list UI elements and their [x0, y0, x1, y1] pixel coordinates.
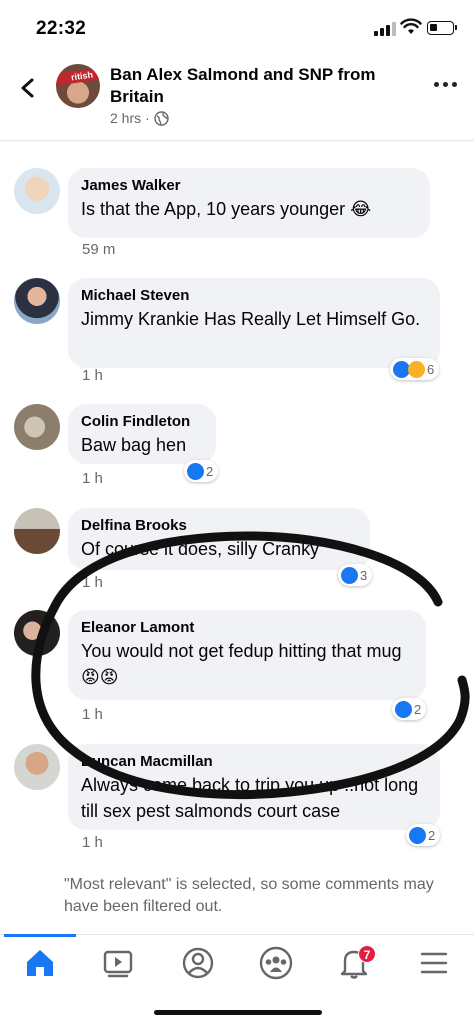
comment-time[interactable]: 1 h	[82, 834, 103, 851]
comment-bubble[interactable]: Eleanor Lamont You would not get fedup h…	[68, 610, 426, 700]
post-meta: 2 hrs ·	[110, 110, 169, 126]
reaction-count: 6	[427, 361, 435, 377]
like-icon	[341, 566, 358, 584]
commenter-name[interactable]: James Walker	[81, 176, 417, 196]
comment-bubble[interactable]: Delfina Brooks Of course it does, silly …	[68, 508, 370, 570]
filter-note: "Most relevant" is selected, so some com…	[64, 876, 434, 915]
comment-bubble[interactable]: Michael Steven Jimmy Krankie Has Really …	[68, 278, 440, 368]
home-indicator[interactable]	[154, 1010, 322, 1015]
globe-icon	[154, 110, 169, 126]
profile-icon[interactable]	[178, 943, 218, 983]
battery-icon	[427, 21, 457, 35]
reaction-summary[interactable]: 6	[390, 358, 440, 380]
avatar[interactable]	[14, 744, 60, 790]
post-time: 2 hrs	[110, 110, 142, 126]
header-divider	[0, 140, 474, 141]
status-time: 22:32	[36, 18, 87, 39]
comment-time[interactable]: 1 h	[82, 706, 103, 723]
avatar[interactable]	[14, 278, 60, 324]
post-header: ritish Ban Alex Salmond and SNP from Bri…	[0, 56, 474, 140]
avatar[interactable]	[14, 168, 60, 214]
comment-time[interactable]: 1 h	[82, 574, 103, 591]
wifi-icon	[400, 18, 422, 34]
comment-text: Is that the App, 10 years younger 😂	[81, 199, 372, 219]
avatar[interactable]	[14, 508, 60, 554]
reaction-count: 3	[360, 567, 368, 583]
status-bar: 22:32	[0, 0, 474, 56]
comment-text: You would not get fedup hitting that mug…	[81, 641, 402, 687]
reaction-summary[interactable]: 2	[406, 824, 441, 846]
like-icon	[395, 700, 412, 718]
notifications-tab[interactable]: 7	[334, 943, 376, 983]
commenter-name[interactable]: Eleanor Lamont	[81, 618, 413, 638]
avatar[interactable]	[14, 404, 60, 450]
back-arrow-icon[interactable]	[14, 74, 42, 102]
comment-text: Jimmy Krankie Has Really Let Himself Go.	[81, 309, 421, 329]
reaction-summary[interactable]: 2	[392, 698, 427, 720]
like-icon	[187, 462, 204, 480]
comment-bubble[interactable]: Colin Findleton Baw bag hen	[68, 404, 216, 464]
group-title[interactable]: Ban Alex Salmond and SNP from Britain	[110, 64, 410, 108]
group-avatar-text: ritish	[56, 65, 100, 87]
commenter-name[interactable]: Duncan Macmillan	[81, 752, 427, 772]
notification-badge: 7	[358, 945, 376, 963]
reaction-count: 2	[428, 827, 436, 843]
comment-bubble[interactable]: James Walker Is that the App, 10 years y…	[68, 168, 430, 238]
watch-icon[interactable]	[98, 943, 138, 983]
commenter-name[interactable]: Michael Steven	[81, 286, 427, 306]
reaction-summary[interactable]: 3	[338, 564, 373, 586]
meta-separator: ·	[145, 110, 150, 126]
haha-icon	[408, 360, 425, 378]
active-tab-indicator	[4, 934, 76, 937]
comment-text: Always come back to trip you up ..not lo…	[81, 775, 419, 821]
comment-time[interactable]: 59 m	[82, 241, 115, 258]
comment-time[interactable]: 1 h	[82, 470, 103, 487]
comment-bubble[interactable]: Duncan Macmillan Always come back to tri…	[68, 744, 440, 830]
commenter-name[interactable]: Colin Findleton	[81, 412, 203, 432]
comment-time[interactable]: 1 h	[82, 367, 103, 384]
reaction-count: 2	[414, 701, 422, 717]
like-icon	[409, 826, 426, 844]
reaction-count: 2	[206, 463, 214, 479]
cellular-signal-icon	[374, 22, 396, 36]
avatar[interactable]	[14, 610, 60, 656]
home-icon[interactable]	[20, 943, 60, 983]
group-avatar[interactable]: ritish	[56, 64, 100, 108]
commenter-name[interactable]: Delfina Brooks	[81, 516, 357, 536]
reaction-summary[interactable]: 2	[184, 460, 219, 482]
bottom-tab-bar: 7	[0, 934, 474, 990]
groups-icon[interactable]	[256, 943, 296, 983]
more-options-icon[interactable]	[434, 80, 458, 90]
comment-text: Baw bag hen	[81, 435, 187, 455]
comment-text: Of course it does, silly Cranky	[81, 539, 320, 559]
menu-icon[interactable]	[414, 943, 454, 983]
